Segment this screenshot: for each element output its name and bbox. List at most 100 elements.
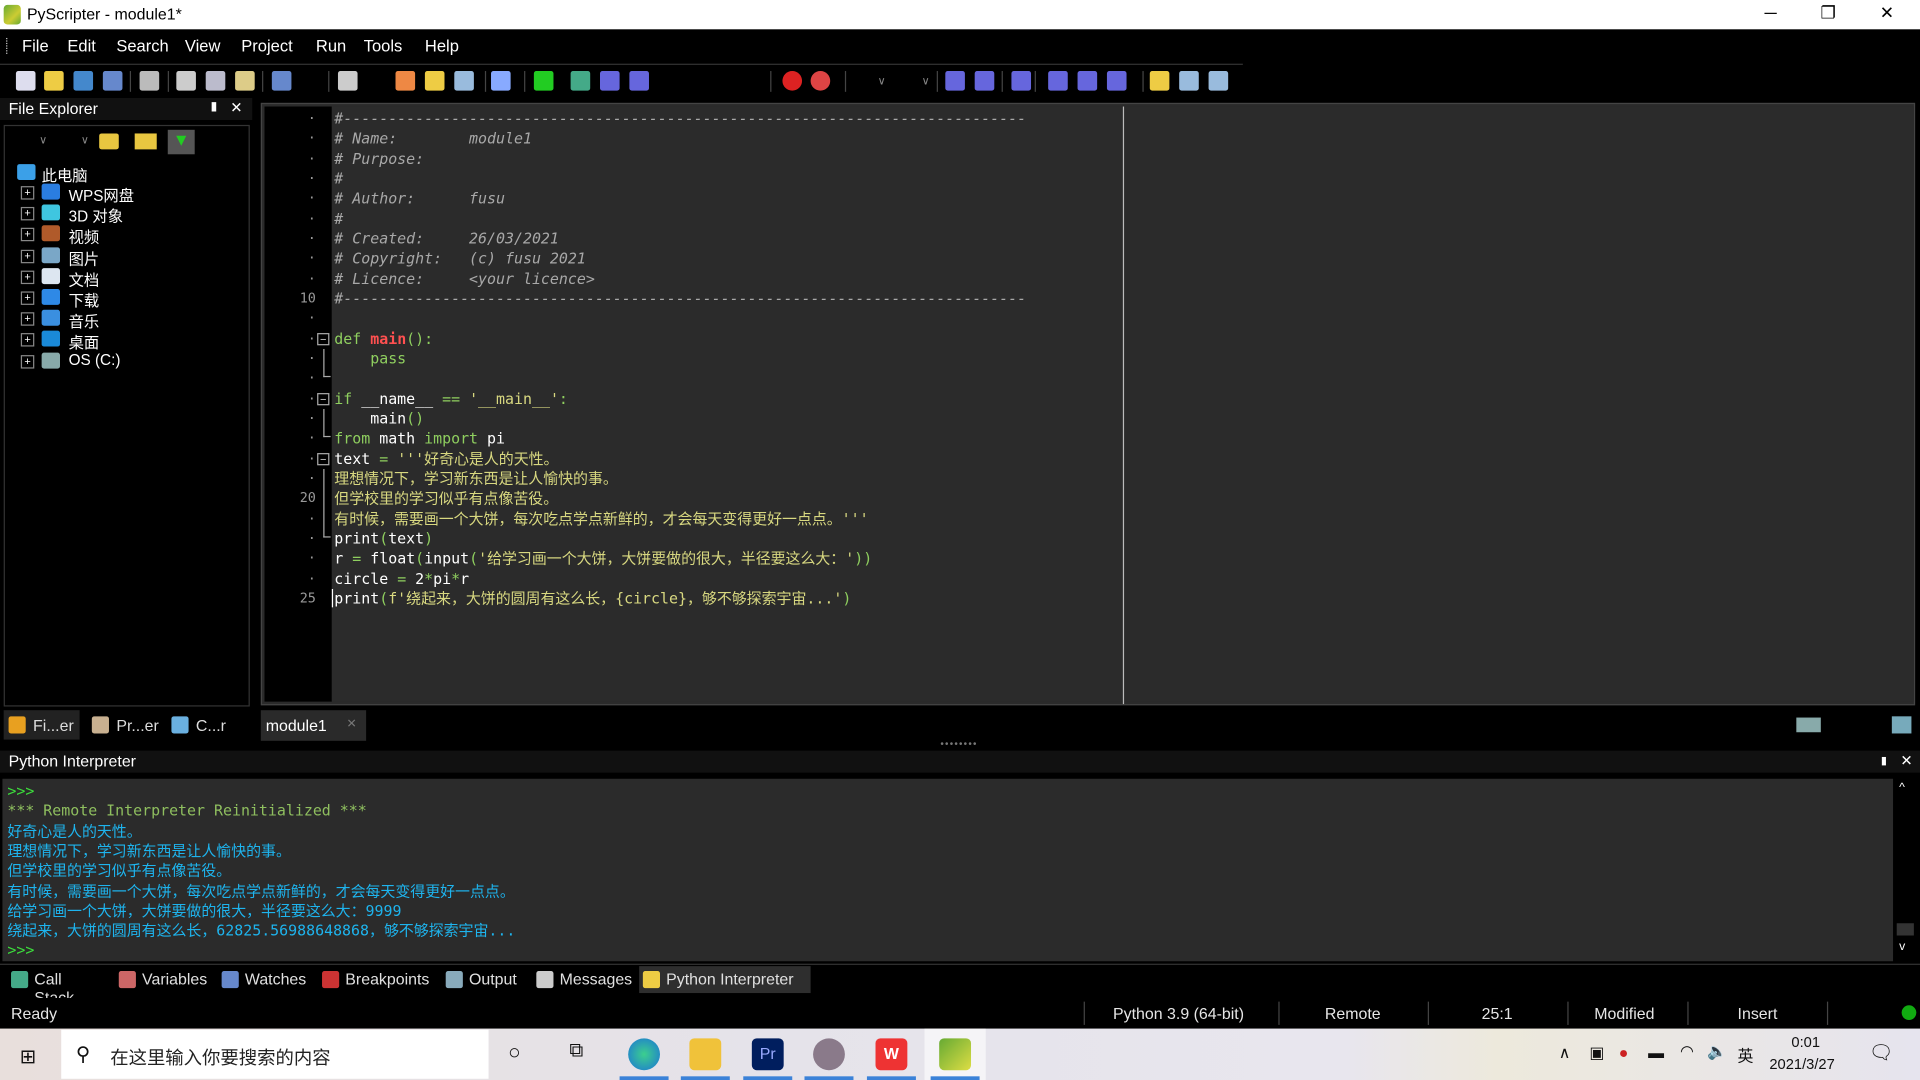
expand-icon[interactable]: + [20,207,35,221]
menu-grip[interactable] [6,37,8,54]
fold-toggle-icon[interactable]: − [317,332,330,345]
view-menu-icon[interactable] [1208,71,1229,91]
cut-icon[interactable] [176,71,196,91]
dedent-icon[interactable] [974,71,995,91]
save-all-icon[interactable] [102,71,123,91]
chevron-down-icon[interactable]: ∨ [39,133,47,146]
open-folder-icon[interactable] [99,133,119,150]
expand-icon[interactable]: + [20,249,35,263]
status-engine[interactable]: Remote [1325,1004,1381,1022]
folder-tree-icon[interactable] [134,133,157,150]
code-editor[interactable]: · · · · · · · · · 10 · · − · · · − · · · − · 20 · · · · 25 #-------… [260,102,1916,706]
tree-item[interactable]: + 图片 [5,246,250,268]
code-area[interactable]: #---------------------------------------… [331,106,1914,705]
clock-date[interactable]: 2021/3/27 [1769,1056,1834,1073]
tree-item[interactable]: + 下载 [5,288,250,310]
fold-toggle-icon[interactable]: − [317,392,330,405]
notification-icon[interactable]: 🗨 [1869,1041,1894,1065]
undo-icon[interactable] [271,71,292,91]
menu-run[interactable]: Run [316,37,346,55]
ime-indicator[interactable]: 英 [1738,1043,1754,1066]
clock-time[interactable]: 0:01 [1791,1033,1820,1050]
expand-icon[interactable]: + [20,186,35,200]
volume-icon[interactable]: 🔈 [1707,1042,1727,1062]
find-icon[interactable] [337,71,358,91]
step-into-icon[interactable] [600,71,620,91]
expand-icon[interactable]: + [20,291,35,305]
wps-icon[interactable]: W [875,1038,908,1071]
close-panel-icon[interactable]: ✕ [230,99,242,116]
taskbar-search-box[interactable]: ⚲ 在这里输入你要搜索的内容 [61,1029,489,1079]
close-window-button[interactable]: ✕ [1862,2,1911,26]
find-in-files-icon[interactable] [424,71,445,91]
menu-search[interactable]: Search [116,37,168,55]
word-wrap-icon[interactable] [1077,71,1098,91]
tree-item[interactable]: + 桌面 [5,330,250,352]
menu-project[interactable]: Project [241,37,292,55]
layout-icon[interactable] [1179,71,1199,91]
line-numbers-icon[interactable] [1048,71,1068,91]
expand-icon[interactable]: + [20,354,35,369]
tree-item[interactable]: + 视频 [5,225,250,247]
replace-icon[interactable] [395,71,416,91]
filter-icon[interactable]: ▼ [167,129,195,155]
tree-item[interactable]: 此电脑 [5,163,250,185]
info-icon[interactable] [491,71,511,91]
debug-icon[interactable] [570,71,591,91]
chevron-down-icon[interactable]: ∨ [81,133,89,146]
indent-icon[interactable] [945,71,965,91]
windows-start-icon[interactable]: ⊞ [20,1044,36,1068]
pyscripter-taskbar-button[interactable] [924,1028,986,1080]
save-icon[interactable] [73,71,94,91]
tab-python-interpreter[interactable]: Python Interpreter [639,966,811,994]
tree-item[interactable]: +3D 对象 [5,203,250,226]
status-python-version[interactable]: Python 3.9 (64-bit) [1113,1004,1244,1022]
scroll-down-icon[interactable]: v [1899,940,1905,953]
qq-icon[interactable]: ● [1619,1043,1629,1061]
expand-icon[interactable]: + [20,228,35,242]
splitter-handle[interactable]: •••••••• [940,738,977,749]
tree-item[interactable]: + OS (C:) [5,351,250,372]
task-view-icon[interactable]: ⧉ [569,1041,583,1063]
close-tab-icon[interactable]: ✕ [347,718,357,731]
breakpoint-icon[interactable] [782,71,803,91]
maximize-button[interactable]: ❐ [1804,2,1853,26]
window-icon[interactable] [1891,716,1912,734]
edge-browser-icon[interactable] [628,1038,661,1071]
avatar-app-icon[interactable] [813,1038,845,1071]
expand-icon[interactable]: + [20,270,35,284]
run-icon[interactable] [533,71,554,91]
cortana-icon[interactable]: ○ [508,1041,521,1065]
menu-help[interactable]: Help [425,37,459,55]
panel-tab-0[interactable]: Fi...er [3,710,80,740]
battery-icon[interactable]: ▬ [1648,1043,1664,1061]
print-icon[interactable] [139,71,160,91]
menu-tools[interactable]: Tools [364,37,403,55]
expand-icon[interactable]: + [20,333,35,348]
menu-view[interactable]: View [185,37,221,55]
special-chars-icon[interactable] [1106,71,1127,91]
panel-tab-2[interactable]: C...r [167,710,240,739]
show-hidden-icons[interactable]: ∧ [1559,1043,1571,1063]
wifi-icon[interactable]: ◠ [1680,1042,1694,1062]
dropdown-b-icon[interactable]: ∨ [916,71,936,91]
pin-icon[interactable]: ▮ [211,100,218,113]
menu-file[interactable]: File [22,37,49,55]
dropdown-a-icon[interactable]: ∨ [872,71,892,91]
close-panel-icon[interactable]: ✕ [1900,752,1912,769]
tree-item[interactable]: + WPS网盘 [5,182,250,204]
minimize-button[interactable]: ─ [1746,2,1795,26]
tab-list-icon[interactable] [1796,717,1821,733]
scroll-thumb[interactable] [1896,923,1914,936]
open-file-icon[interactable] [44,71,64,91]
comment-icon[interactable] [1011,71,1032,91]
tree-item[interactable]: + 文档 [5,267,250,289]
tab-module1[interactable]: module1 ✕ [260,710,367,741]
pin-icon[interactable]: ▮ [1881,754,1887,767]
scroll-up-icon[interactable]: ^ [1899,781,1905,794]
tray-app-icon[interactable]: ▣ [1589,1043,1604,1063]
premiere-icon[interactable]: Pr [751,1038,784,1071]
expand-icon[interactable]: + [20,312,35,326]
new-file-icon[interactable] [15,71,36,91]
tree-item[interactable]: + 音乐 [5,309,250,331]
